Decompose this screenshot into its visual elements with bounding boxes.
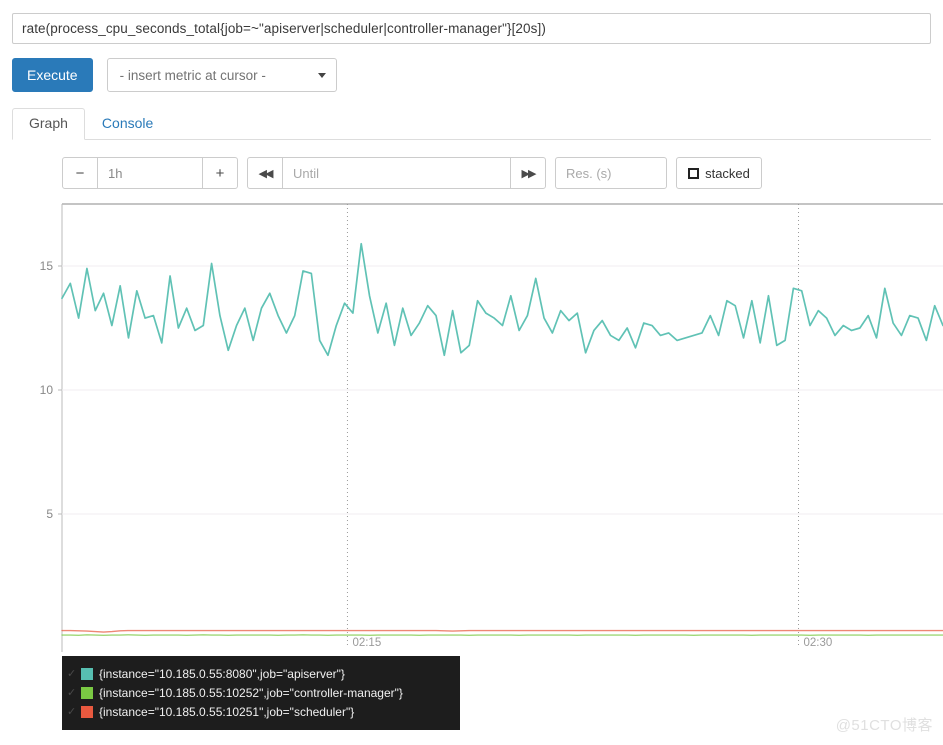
- legend-item[interactable]: ✓ {instance="10.185.0.55:8080",job="apise…: [62, 664, 460, 683]
- legend-check-icon: ✓: [67, 686, 77, 699]
- legend-color-swatch: [81, 667, 93, 680]
- range-input[interactable]: 1h: [98, 157, 202, 189]
- legend-item-label: {instance="10.185.0.55:10251",job="sched…: [99, 704, 355, 719]
- legend-color-swatch: [81, 686, 93, 699]
- tab-console[interactable]: Console: [85, 108, 170, 140]
- svg-text:15: 15: [40, 259, 54, 273]
- expression-input[interactable]: [13, 21, 930, 36]
- stacked-label: stacked: [705, 165, 750, 181]
- range-decrease-button[interactable]: −: [62, 157, 98, 189]
- svg-text:02:15: 02:15: [352, 637, 381, 649]
- legend-item[interactable]: ✓ {instance="10.185.0.55:10251",job="sche…: [62, 702, 460, 721]
- svg-text:02:30: 02:30: [804, 637, 833, 649]
- graph-legend: ✓ {instance="10.185.0.55:8080",job="apise…: [62, 656, 460, 730]
- checkbox-icon: [688, 167, 700, 179]
- chevron-down-icon: [317, 72, 326, 78]
- time-back-icon[interactable]: ◀◀: [247, 157, 283, 189]
- legend-check-icon: ✓: [67, 667, 77, 680]
- stacked-group: stacked: [676, 157, 762, 189]
- tab-graph[interactable]: Graph: [12, 108, 85, 140]
- svg-text:10: 10: [40, 383, 54, 397]
- insert-metric-label: - insert metric at cursor -: [119, 67, 266, 83]
- query-controls: Execute - insert metric at cursor -: [12, 58, 337, 92]
- stacked-toggle-button[interactable]: stacked: [676, 157, 762, 189]
- legend-item-label: {instance="10.185.0.55:8080",job="apiser…: [99, 666, 345, 681]
- expression-bar[interactable]: [12, 13, 931, 44]
- legend-item[interactable]: ✓ {instance="10.185.0.55:10252",job="cont…: [62, 683, 460, 702]
- watermark: @51CTO博客: [835, 717, 933, 734]
- legend-color-swatch: [81, 705, 93, 718]
- insert-metric-select[interactable]: - insert metric at cursor -: [106, 58, 337, 92]
- resolution-group: Res. (s): [555, 157, 667, 189]
- resolution-input[interactable]: Res. (s): [555, 157, 667, 189]
- view-tabs: Graph Console: [12, 108, 931, 140]
- until-input[interactable]: Until: [283, 157, 510, 189]
- execute-button[interactable]: Execute: [12, 58, 93, 92]
- range-group: − 1h +: [62, 157, 238, 189]
- svg-text:5: 5: [46, 507, 53, 521]
- graph-control-bar: − 1h + ◀◀ Until ▶▶ Res. (s) stacked: [62, 157, 762, 189]
- plot-canvas[interactable]: 5 10 15 02:15 02:30: [0, 196, 943, 656]
- range-increase-button[interactable]: +: [202, 157, 238, 189]
- legend-item-label: {instance="10.185.0.55:10252",job="contr…: [99, 685, 403, 700]
- time-forward-icon[interactable]: ▶▶: [510, 157, 546, 189]
- graph-plot[interactable]: 5 10 15 02:15 02:30: [0, 196, 943, 656]
- legend-check-icon: ✓: [67, 705, 77, 718]
- time-group: ◀◀ Until ▶▶: [247, 157, 546, 189]
